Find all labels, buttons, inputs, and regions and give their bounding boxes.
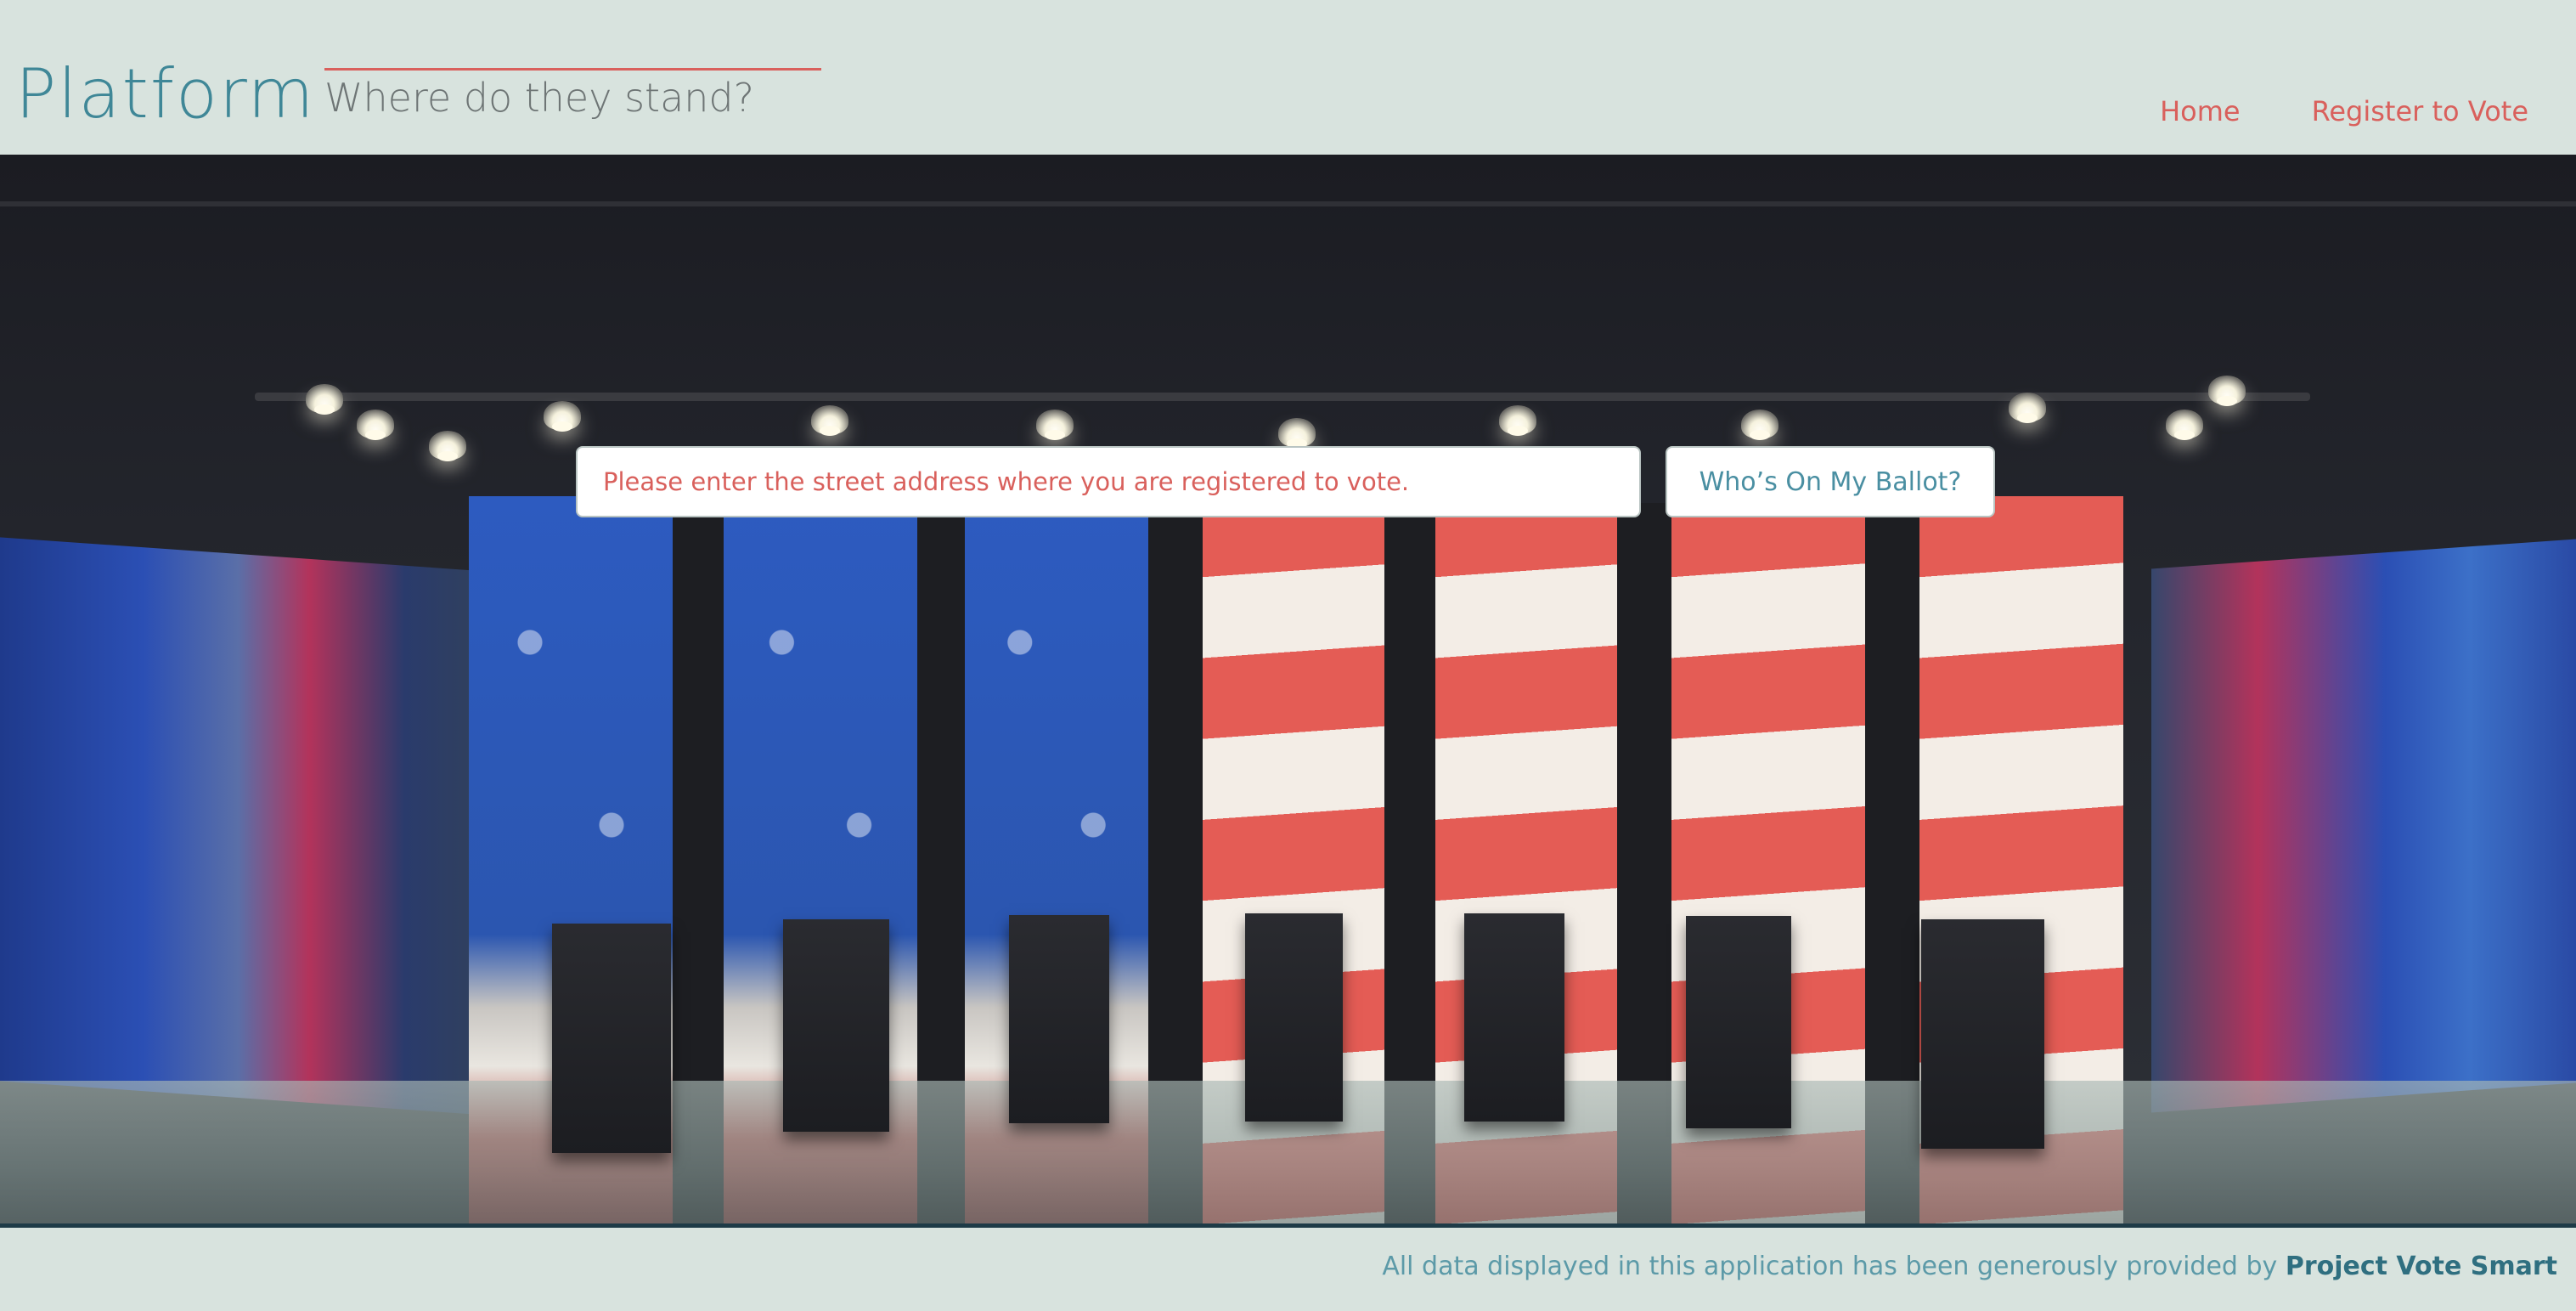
site-footer: All data displayed in this application h… bbox=[0, 1228, 2576, 1311]
site-header: Platform Where do they stand? Home Regis… bbox=[0, 0, 2576, 155]
footer-credit: All data displayed in this application h… bbox=[1382, 1252, 2557, 1281]
nav-register-link[interactable]: Register to Vote bbox=[2312, 95, 2528, 127]
nav-home-link[interactable]: Home bbox=[2160, 95, 2241, 127]
stage-light-icon bbox=[544, 401, 581, 432]
whos-on-my-ballot-button[interactable]: Who’s On My Ballot? bbox=[1666, 446, 1995, 517]
address-search-input[interactable] bbox=[576, 446, 1641, 517]
tagline-accent-rule bbox=[324, 68, 821, 71]
project-vote-smart-link[interactable]: Project Vote Smart bbox=[2286, 1252, 2557, 1281]
site-tagline: Where do they stand? bbox=[324, 75, 755, 121]
left-star-wall bbox=[0, 537, 476, 1115]
podium bbox=[1921, 919, 2044, 1149]
podium bbox=[552, 924, 671, 1153]
podium bbox=[783, 919, 889, 1132]
podium bbox=[1245, 913, 1343, 1122]
stage-light-icon bbox=[2166, 410, 2203, 440]
stage-light-icon bbox=[2208, 376, 2246, 406]
stage-light-icon bbox=[1278, 418, 1316, 449]
lighting-rig bbox=[255, 393, 2310, 401]
stage-light-icon bbox=[1499, 405, 1536, 436]
right-star-wall bbox=[2151, 539, 2576, 1113]
stage-light-icon bbox=[1036, 410, 1074, 440]
ceiling-truss bbox=[0, 201, 2576, 206]
stage-light-icon bbox=[429, 431, 466, 461]
site-logo-text[interactable]: Platform bbox=[15, 54, 315, 133]
podium bbox=[1686, 916, 1791, 1128]
podium bbox=[1009, 915, 1109, 1123]
footer-credit-text: All data displayed in this application h… bbox=[1382, 1252, 2278, 1281]
stage-light-icon bbox=[357, 410, 394, 440]
stage-light-icon bbox=[811, 405, 848, 436]
podium bbox=[1464, 913, 1564, 1122]
stage-light-icon bbox=[2009, 393, 2046, 423]
main-nav: Home Register to Vote bbox=[2160, 95, 2528, 127]
stage-light-icon bbox=[1741, 410, 1778, 440]
stage-light-icon bbox=[306, 384, 343, 415]
hero-debate-stage-image: Who’s On My Ballot? bbox=[0, 155, 2576, 1223]
